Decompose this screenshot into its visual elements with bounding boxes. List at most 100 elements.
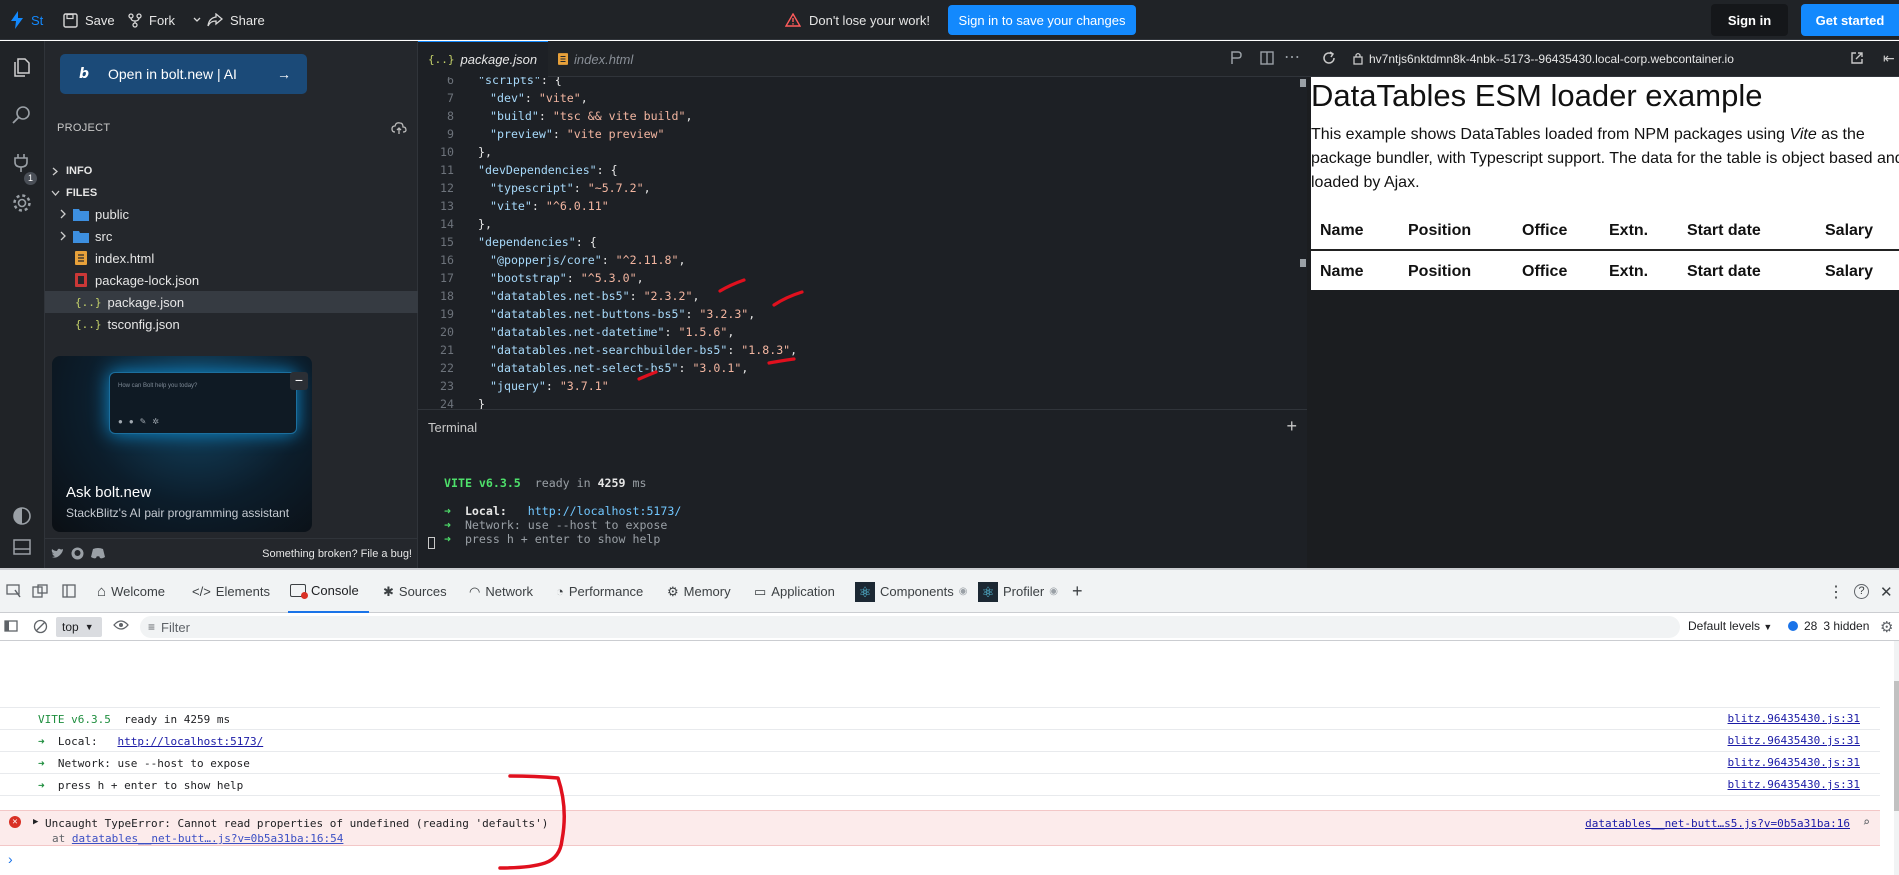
device-toolbar-icon[interactable] — [32, 584, 48, 601]
get-started-button[interactable]: Get started — [1801, 4, 1899, 36]
panel-layout-icon[interactable] — [10, 535, 34, 559]
local-url-link[interactable]: http://localhost:5173/ — [118, 735, 264, 748]
column-header[interactable]: Name — [1320, 222, 1364, 240]
ready-ms: 4259 — [183, 713, 211, 726]
eye-icon[interactable] — [113, 619, 129, 634]
lock-icon — [1353, 52, 1363, 68]
theme-contrast-icon[interactable] — [10, 504, 34, 528]
stackblitz-logo[interactable]: St — [10, 0, 43, 40]
sign-in-to-save-button[interactable]: Sign in to save your changes — [948, 5, 1136, 35]
json-file-icon: {..} — [75, 317, 102, 331]
local-url[interactable]: http://localhost:5173/ — [528, 504, 682, 518]
filter-input[interactable]: ≡ Filter — [140, 616, 1680, 638]
close-icon[interactable]: ✕ — [1880, 570, 1893, 613]
search-icon[interactable] — [10, 103, 34, 127]
console-prompt-chevron-icon[interactable]: › — [8, 851, 13, 867]
tab-profiler[interactable]: ⚛ Profiler ◉ — [978, 570, 1058, 613]
clear-console-icon[interactable] — [33, 619, 48, 637]
npm-file-icon — [75, 273, 87, 287]
preview-url[interactable]: hv7ntjs6nktdmn8k-4nbk--5173--96435430.lo… — [1369, 52, 1734, 66]
help-icon[interactable]: ? — [1854, 570, 1869, 613]
new-terminal-plus-icon[interactable]: + — [1286, 416, 1297, 437]
tree-item-tsconfig-json[interactable]: {..} tsconfig.json — [45, 313, 418, 335]
chevron-down-icon[interactable] — [192, 15, 202, 25]
tab-label: Profiler — [1003, 584, 1045, 599]
dock-side-icon[interactable] — [62, 584, 76, 601]
cloud-upload-icon[interactable] — [391, 121, 407, 138]
console-error-row[interactable]: ✕ ▶ Uncaught TypeError: Cannot read prop… — [0, 810, 1880, 846]
save-label: Save — [85, 12, 115, 28]
inspect-element-icon[interactable] — [6, 584, 22, 601]
files-section-toggle[interactable]: FILES — [51, 187, 97, 199]
folder-icon — [73, 208, 89, 221]
column-header[interactable]: Office — [1522, 222, 1567, 240]
tab-welcome[interactable]: ⌂ Welcome — [97, 570, 165, 613]
column-header[interactable]: Salary — [1825, 222, 1873, 240]
tree-item-public[interactable]: public — [45, 203, 418, 225]
info-section-toggle[interactable]: INFO — [51, 165, 92, 177]
console-scrollbar[interactable] — [1894, 641, 1899, 875]
error-source-link[interactable]: datatables__net-butt…s5.js?v=0b5a31ba:16 — [1585, 817, 1850, 830]
share-button[interactable]: Share — [207, 0, 265, 40]
code-icon: </> — [192, 584, 211, 599]
open-in-bolt-button[interactable]: b Open in bolt.new | AI → — [60, 54, 307, 94]
bug-icon: ✱ — [383, 583, 394, 599]
tab-performance[interactable]: ◔ Performance — [556, 570, 643, 613]
tree-item-package-lock-json[interactable]: package-lock.json — [45, 269, 418, 291]
tab-sources[interactable]: ✱ Sources — [383, 570, 447, 613]
discord-icon[interactable] — [91, 548, 105, 559]
tab-components[interactable]: ⚛ Components ◉ — [855, 570, 967, 613]
fork-button[interactable]: Fork — [128, 0, 202, 40]
column-header[interactable]: Extn. — [1609, 222, 1648, 240]
add-tab-plus-icon[interactable]: + — [1072, 570, 1083, 613]
arrow-icon: ➜ — [38, 757, 45, 770]
tree-item-src[interactable]: src — [45, 225, 418, 247]
open-new-window-icon[interactable] — [1850, 51, 1864, 68]
issue-counts[interactable]: 28 3 hidden — [1788, 619, 1869, 633]
expand-triangle-icon[interactable]: ▶ — [33, 817, 38, 827]
ask-bolt-card[interactable]: How can Bolt help you today? ●●✎✲ − Ask … — [52, 356, 312, 532]
column-header[interactable]: Start date — [1687, 222, 1761, 240]
reload-icon[interactable] — [1321, 50, 1337, 69]
terminal-panel[interactable]: Terminal + VITE v6.3.5 ready in 4259 ms … — [418, 409, 1307, 568]
terminal-cursor — [428, 537, 435, 549]
local-label: Local: — [57, 735, 98, 748]
terminal-line-local: ➜ Local: http://localhost:5173/ — [444, 504, 681, 518]
console-source-link[interactable]: blitz.96435430.js:31 — [1728, 712, 1860, 725]
sidebar-toggle-icon[interactable] — [4, 620, 18, 635]
tab-application[interactable]: ▭ Application — [754, 570, 835, 613]
settings-gear-icon[interactable] — [10, 191, 34, 215]
tab-console[interactable]: Console — [288, 570, 369, 613]
stack-link[interactable]: datatables__net-butt….js?v=0b5a31ba:16:5… — [72, 832, 344, 845]
search-icon[interactable]: ⌕ — [1863, 815, 1870, 829]
sign-in-button[interactable]: Sign in — [1711, 4, 1788, 36]
twitter-icon[interactable] — [51, 548, 64, 559]
tab-elements[interactable]: </> Elements — [192, 570, 270, 613]
home-icon: ⌂ — [97, 583, 107, 600]
preview-url-bar: hv7ntjs6nktdmn8k-4nbk--5173--96435430.lo… — [1307, 41, 1899, 77]
tree-item-package-json[interactable]: {..} package.json — [45, 291, 418, 313]
console-settings-gear-icon[interactable]: ⚙ — [1880, 618, 1893, 636]
arrow-icon: ➜ — [444, 504, 451, 518]
collapse-preview-icon[interactable]: ⇤ — [1883, 50, 1895, 67]
tab-network[interactable]: ◠ Network — [469, 570, 533, 613]
file-bug-link[interactable]: Something broken? File a bug! — [262, 548, 412, 560]
tree-item-index-html[interactable]: index.html — [45, 247, 418, 269]
console-source-link[interactable]: blitz.96435430.js:31 — [1728, 756, 1860, 769]
github-icon[interactable] — [71, 547, 84, 560]
explorer-icon[interactable] — [10, 55, 34, 79]
console-source-link[interactable]: blitz.96435430.js:31 — [1728, 778, 1860, 791]
ready-unit: ms — [216, 713, 231, 726]
share-label: Share — [230, 12, 265, 28]
tree-label: package-lock.json — [95, 272, 200, 288]
console-source-link[interactable]: blitz.96435430.js:31 — [1728, 734, 1860, 747]
more-options-icon[interactable]: ⋮ — [1828, 570, 1844, 613]
save-button[interactable]: Save — [63, 0, 115, 40]
tab-memory[interactable]: ⚙ Memory — [667, 570, 731, 613]
scroll-thumb[interactable] — [1894, 681, 1899, 811]
log-levels-dropdown[interactable]: Default levels ▼ — [1688, 619, 1772, 633]
context-selector[interactable]: top ▼ — [56, 617, 102, 637]
chevron-right-icon — [52, 167, 58, 175]
column-header[interactable]: Position — [1408, 222, 1471, 240]
minimize-icon[interactable]: − — [290, 372, 308, 390]
